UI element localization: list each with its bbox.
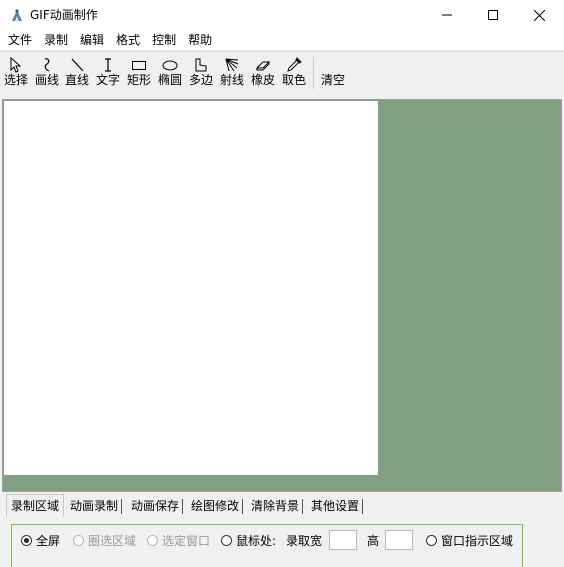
title-bar: GIF动画制作 [0, 0, 564, 30]
option-label: 选定窗口 [162, 534, 211, 548]
close-button[interactable] [516, 0, 562, 30]
tab-label: 动画保存 [131, 499, 180, 513]
tool-select[interactable]: 选择 [1, 55, 31, 91]
radio-button[interactable] [221, 535, 232, 546]
minimize-button[interactable] [424, 0, 470, 30]
tab-label: 绘图修改 [191, 499, 240, 513]
rays-icon [225, 58, 239, 72]
tool-ellipse[interactable]: 椭圆 [155, 55, 185, 91]
tool-polygon[interactable]: 多边 [186, 55, 216, 91]
menu-control[interactable]: 控制 [146, 30, 182, 50]
tab-draw-edit[interactable]: 绘图修改 [191, 496, 244, 516]
tab-save-animation[interactable]: 动画保存 [131, 496, 184, 516]
app-window: GIF动画制作 文件 录制 编辑 格式 控制 帮助 选择 画线 直线 文字 矩形… [0, 0, 564, 567]
tool-eyedropper[interactable]: 取色 [279, 55, 309, 91]
tool-text[interactable]: 文字 [93, 55, 123, 91]
menu-bar: 文件 录制 编辑 格式 控制 帮助 [0, 30, 564, 50]
tool-label: 清空 [320, 73, 345, 87]
option-mouse-position[interactable]: 鼠标处: [221, 533, 276, 549]
canvas-area[interactable] [2, 99, 562, 492]
tool-rays[interactable]: 射线 [217, 55, 247, 91]
option-select-region[interactable]: 圈选区域 [73, 533, 136, 549]
option-label: 鼠标处: [236, 534, 277, 548]
tab-divider [362, 499, 364, 514]
eyedropper-icon [287, 57, 302, 72]
capture-height-label: 高 [367, 534, 380, 548]
radio-button[interactable] [21, 535, 32, 546]
tab-bar: 录制区域 动画录制 动画保存 绘图修改 清除背景 其他设置 [0, 494, 564, 518]
line-icon [71, 58, 84, 72]
option-label: 圈选区域 [88, 534, 137, 548]
radio-button[interactable] [73, 535, 84, 546]
menu-edit[interactable]: 编辑 [74, 30, 110, 50]
tool-rectangle[interactable]: 矩形 [124, 55, 154, 91]
tab-other-settings[interactable]: 其他设置 [311, 496, 364, 516]
ellipse-icon [162, 60, 178, 71]
menu-file[interactable]: 文件 [2, 30, 38, 50]
text-cursor-icon [105, 58, 111, 72]
tab-clear-background[interactable]: 清除背景 [251, 496, 304, 516]
minimize-icon [442, 14, 452, 16]
freehand-icon [44, 58, 50, 72]
tool-eraser[interactable]: 橡皮 [248, 55, 278, 91]
tab-divider [302, 499, 304, 514]
record-area-panel: 全屏 圈选区域 选定窗口 鼠标处: 录取宽 高 窗口指示区域 [11, 524, 523, 567]
capture-width-input[interactable] [329, 530, 357, 550]
maximize-icon [488, 10, 498, 20]
option-select-window[interactable]: 选定窗口 [147, 533, 210, 549]
pointer-icon [10, 57, 22, 73]
radio-button[interactable] [147, 535, 158, 546]
eraser-icon [255, 61, 271, 71]
menu-help[interactable]: 帮助 [182, 30, 218, 50]
app-icon [9, 7, 25, 23]
tool-line[interactable]: 直线 [62, 55, 92, 91]
tab-record-animation[interactable]: 动画录制 [70, 496, 123, 516]
close-icon [533, 9, 545, 21]
window-title: GIF动画制作 [30, 8, 98, 22]
menu-record[interactable]: 录制 [38, 30, 74, 50]
tab-divider [182, 499, 184, 514]
tab-record-area[interactable]: 录制区域 [6, 494, 65, 517]
drawing-canvas[interactable] [4, 101, 378, 475]
tab-divider [121, 499, 123, 514]
tab-divider [242, 499, 244, 514]
maximize-button[interactable] [470, 0, 516, 30]
tab-label: 录制区域 [11, 499, 60, 513]
capture-height-input[interactable] [385, 530, 413, 550]
option-window-indicator-area[interactable]: 窗口指示区域 [426, 533, 513, 549]
clear-button[interactable]: 清空 [318, 55, 348, 91]
toolbar: 选择 画线 直线 文字 矩形 椭圆 多边 射线 橡皮 取色 清空 [0, 51, 564, 98]
tab-label: 动画录制 [70, 499, 119, 513]
polygon-icon [195, 58, 207, 72]
option-label: 窗口指示区域 [441, 534, 514, 548]
option-fullscreen[interactable]: 全屏 [21, 533, 60, 549]
tab-label: 其他设置 [311, 499, 360, 513]
option-label: 全屏 [36, 534, 61, 548]
tool-label: 取色 [281, 73, 306, 87]
rectangle-icon [132, 61, 146, 70]
tab-label: 清除背景 [251, 499, 300, 513]
capture-width-label: 录取宽 [286, 534, 323, 548]
radio-button[interactable] [426, 535, 437, 546]
menu-format[interactable]: 格式 [110, 30, 146, 50]
